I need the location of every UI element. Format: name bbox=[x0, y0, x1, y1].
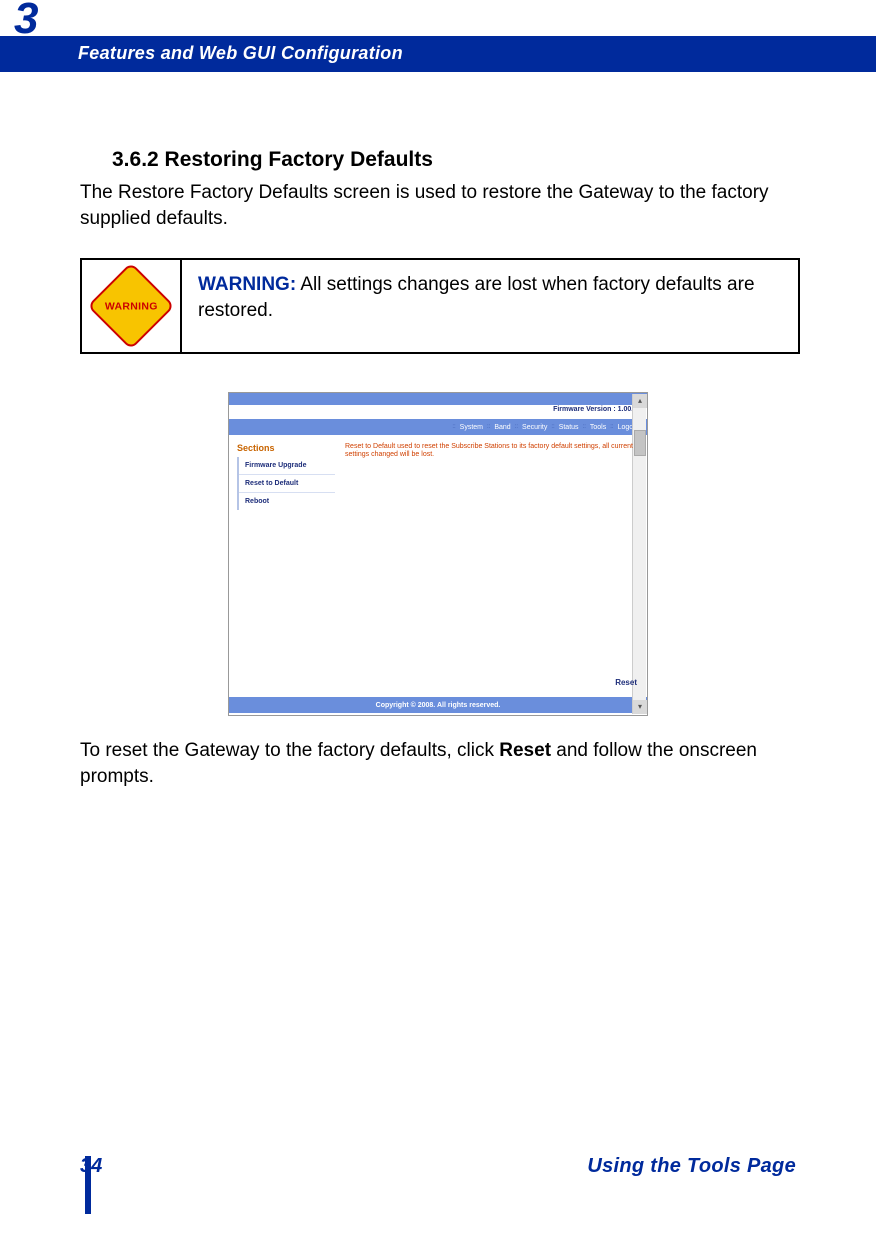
instruction-paragraph: To reset the Gateway to the factory defa… bbox=[80, 738, 790, 789]
document-page: 3 Features and Web GUI Configuration 3.6… bbox=[0, 0, 876, 1240]
menu-item-band[interactable]: Band bbox=[494, 424, 510, 431]
warning-box: WARNING WARNING: All settings changes ar… bbox=[80, 258, 800, 354]
menu-separator-icon: :: bbox=[581, 424, 588, 430]
menu-separator-icon: :: bbox=[513, 424, 520, 430]
gui-sidebar: Sections Firmware Upgrade Reset to Defau… bbox=[229, 435, 341, 697]
warning-label: WARNING: bbox=[198, 274, 296, 295]
gui-menubar: :: System :: Band :: Security :: Status … bbox=[229, 419, 647, 435]
page-number: 34 bbox=[80, 1155, 102, 1178]
embedded-gui-screenshot: ▴ ▾ Firmware Version : 1.00.07 :: System… bbox=[228, 392, 648, 716]
gui-body: Sections Firmware Upgrade Reset to Defau… bbox=[229, 435, 647, 697]
menu-item-security[interactable]: Security bbox=[522, 424, 547, 431]
scroll-up-icon[interactable]: ▴ bbox=[633, 394, 647, 408]
gui-content: Reset to Default used to reset the Subsc… bbox=[341, 435, 647, 697]
content-description: Reset to Default used to reset the Subsc… bbox=[345, 443, 637, 460]
warning-icon: WARNING bbox=[87, 262, 175, 350]
menu-separator-icon: :: bbox=[450, 424, 457, 430]
warning-icon-label: WARNING bbox=[105, 300, 158, 312]
sidebar-item-firmware-upgrade[interactable]: Firmware Upgrade bbox=[239, 457, 335, 475]
instruction-reset-word: Reset bbox=[499, 740, 551, 761]
warning-text: WARNING: All settings changes are lost w… bbox=[182, 260, 798, 352]
gui-topbar bbox=[229, 393, 647, 405]
firmware-version-label: Firmware Version : 1.00.07 bbox=[229, 405, 647, 419]
sidebar-nav: Firmware Upgrade Reset to Default Reboot bbox=[237, 457, 335, 510]
footer-section-title: Using the Tools Page bbox=[587, 1155, 796, 1178]
menu-item-system[interactable]: System bbox=[460, 424, 483, 431]
sidebar-item-reboot[interactable]: Reboot bbox=[239, 493, 335, 510]
menu-separator-icon: :: bbox=[608, 424, 615, 430]
sidebar-item-reset-to-default[interactable]: Reset to Default bbox=[239, 475, 335, 493]
header-title: Features and Web GUI Configuration bbox=[78, 43, 403, 64]
menu-item-tools[interactable]: Tools bbox=[590, 424, 606, 431]
warning-icon-cell: WARNING bbox=[82, 260, 182, 352]
sidebar-heading: Sections bbox=[237, 443, 335, 453]
intro-paragraph: The Restore Factory Defaults screen is u… bbox=[80, 180, 790, 231]
menu-separator-icon: :: bbox=[549, 424, 556, 430]
menu-separator-icon: :: bbox=[485, 424, 492, 430]
gui-footer: Copyright © 2008. All rights reserved. bbox=[229, 697, 647, 713]
footer-rule bbox=[85, 1156, 91, 1214]
section-heading: 3.6.2 Restoring Factory Defaults bbox=[112, 148, 433, 172]
menu-item-status[interactable]: Status bbox=[559, 424, 579, 431]
instruction-pre: To reset the Gateway to the factory defa… bbox=[80, 740, 499, 761]
reset-button[interactable]: Reset bbox=[615, 678, 637, 687]
scroll-down-icon[interactable]: ▾ bbox=[633, 700, 647, 714]
